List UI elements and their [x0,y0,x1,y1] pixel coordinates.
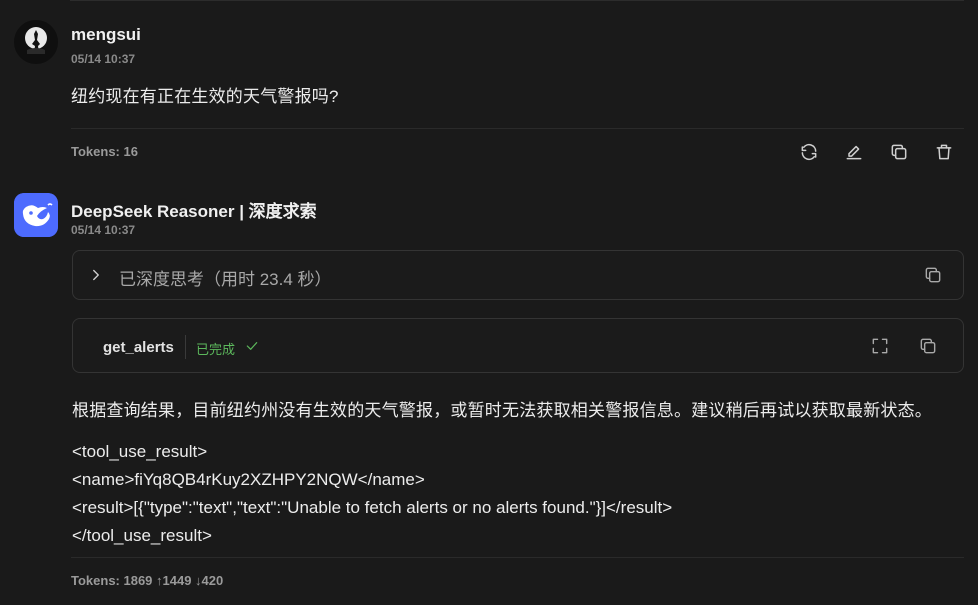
tool-name: get_alerts [103,339,174,356]
user-timestamp: 05/14 10:37 [71,52,136,66]
user-name: mengsui [71,25,141,44]
deepseek-avatar [14,193,58,237]
refresh-icon[interactable] [797,140,821,164]
copy-icon[interactable] [923,265,945,287]
trash-icon[interactable] [932,140,956,164]
chevron-right-icon[interactable] [87,266,105,284]
user-avatar [14,20,58,64]
user-token-count: Tokens: 16 [71,144,138,159]
check-icon [244,338,260,354]
thinking-label: 已深度思考（用时 23.4 秒） [119,270,332,289]
edit-icon[interactable] [842,140,866,164]
result-line: <name>fiYq8QB4rKuy2XZHPY2NQW</name> [72,470,425,489]
bot-answer-text: 根据查询结果，目前纽约州没有生效的天气警报，或暂时无法获取相关警报信息。建议稍后… [72,401,932,420]
message-actions [797,140,956,164]
result-line: </tool_use_result> [72,526,212,545]
tool-result-block: <tool_use_result> <name>fiYq8QB4rKuy2XZH… [72,438,672,550]
copy-icon[interactable] [918,336,940,358]
bot-timestamp: 05/14 10:37 [71,223,136,237]
result-line: <result>[{"type":"text","text":"Unable t… [72,498,673,517]
bot-name: DeepSeek Reasoner | 深度求索 [71,202,317,221]
tool-call-panel: get_alerts 已完成 [72,318,964,373]
copy-icon[interactable] [887,140,911,164]
message-divider [71,128,964,129]
top-divider [70,0,964,1]
result-line: <tool_use_result> [72,442,208,461]
bot-token-count: Tokens: 1869 ↑1449 ↓420 [71,573,224,588]
thinking-panel[interactable]: 已深度思考（用时 23.4 秒） [72,250,964,300]
expand-icon[interactable] [870,336,892,358]
tool-status: 已完成 [196,342,236,357]
message-divider [71,557,964,558]
user-message-text: 纽约现在有正在生效的天气警报吗? [71,87,339,106]
tool-separator [185,335,186,359]
